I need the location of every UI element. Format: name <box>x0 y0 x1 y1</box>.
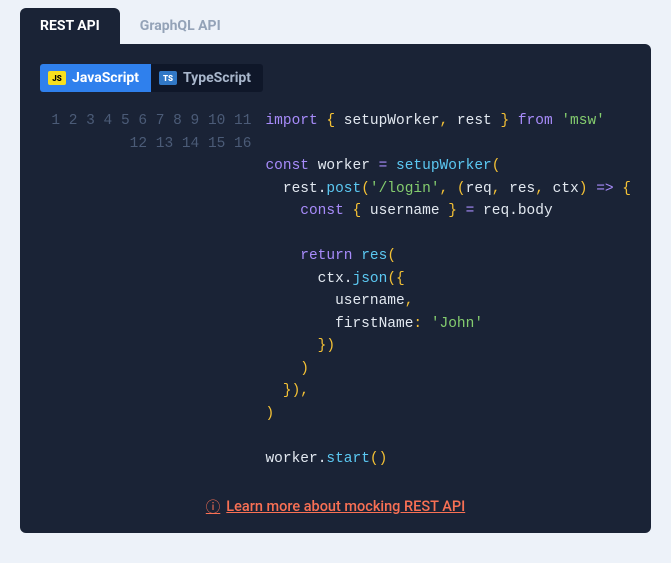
code-line: import { setupWorker, rest } from 'msw' <box>265 110 631 133</box>
code-line <box>265 223 631 246</box>
lang-tab-typescript[interactable]: TS TypeScript <box>151 64 263 92</box>
code-line: firstName: 'John' <box>265 313 631 336</box>
lang-tab-label: JavaScript <box>72 70 139 86</box>
code-line: ) <box>265 403 631 426</box>
code-line: ) <box>265 358 631 381</box>
code-content: import { setupWorker, rest } from 'msw' … <box>265 110 631 470</box>
api-tabs: REST API GraphQL API <box>20 8 651 44</box>
code-line: rest.post('/login', (req, res, ctx) => { <box>265 178 631 201</box>
code-line: username, <box>265 290 631 313</box>
tab-graphql-api[interactable]: GraphQL API <box>120 8 241 44</box>
ts-badge-icon: TS <box>159 71 177 85</box>
code-line: }) <box>265 335 631 358</box>
code-line: worker.start() <box>265 448 631 471</box>
code-line: ctx.json({ <box>265 268 631 291</box>
code-block: 1 2 3 4 5 6 7 8 9 10 11 12 13 14 15 16 i… <box>40 110 631 470</box>
learn-more-wrap: ⓘ Learn more about mocking REST API <box>40 496 631 517</box>
lang-tab-javascript[interactable]: JS JavaScript <box>40 64 151 92</box>
language-tabs: JS JavaScript TS TypeScript <box>40 64 263 92</box>
js-badge-icon: JS <box>48 71 66 85</box>
code-panel: JS JavaScript TS TypeScript 1 2 3 4 5 6 … <box>20 44 651 533</box>
code-line: const worker = setupWorker( <box>265 155 631 178</box>
learn-more-link[interactable]: ⓘ Learn more about mocking REST API <box>206 496 465 517</box>
line-number-gutter: 1 2 3 4 5 6 7 8 9 10 11 12 13 14 15 16 <box>40 110 265 470</box>
code-line: }), <box>265 380 631 403</box>
code-line <box>265 425 631 448</box>
tab-rest-api[interactable]: REST API <box>20 8 120 44</box>
lang-tab-label: TypeScript <box>183 70 251 86</box>
learn-more-text: Learn more about mocking REST API <box>226 498 465 515</box>
code-line: const { username } = req.body <box>265 200 631 223</box>
code-line <box>265 133 631 156</box>
info-icon: ⓘ <box>206 496 221 517</box>
code-line: return res( <box>265 245 631 268</box>
